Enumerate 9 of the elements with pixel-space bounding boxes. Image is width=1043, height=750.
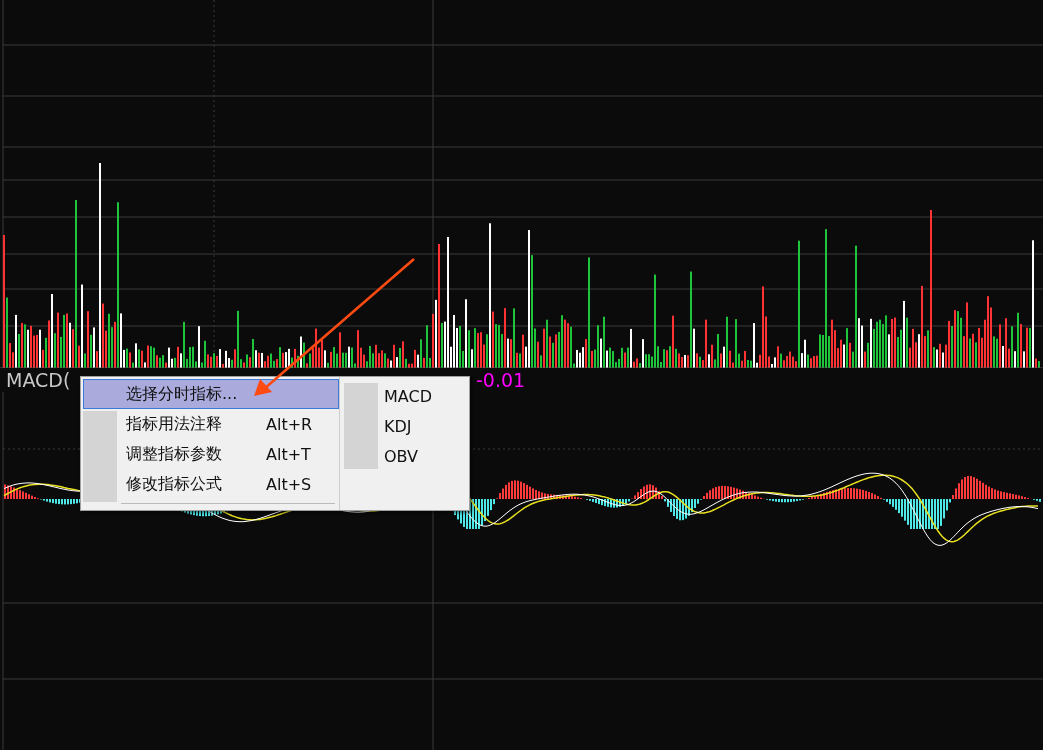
indicator-name: MACD( (6, 369, 71, 391)
submenu-item[interactable]: MACD (340, 381, 469, 411)
menu-item[interactable]: 修改指标公式 Alt+S (83, 469, 339, 499)
menu-item[interactable]: 指标用法注释 Alt+R (83, 409, 339, 439)
macd-value: -0.01 (476, 369, 526, 391)
submenu-item[interactable]: KDJ (340, 411, 469, 441)
menu-item[interactable]: 调整指标参数 Alt+T (83, 439, 339, 469)
submenu-item[interactable]: OBV (340, 441, 469, 471)
menu-item[interactable]: 选择分时指标... (83, 379, 339, 409)
